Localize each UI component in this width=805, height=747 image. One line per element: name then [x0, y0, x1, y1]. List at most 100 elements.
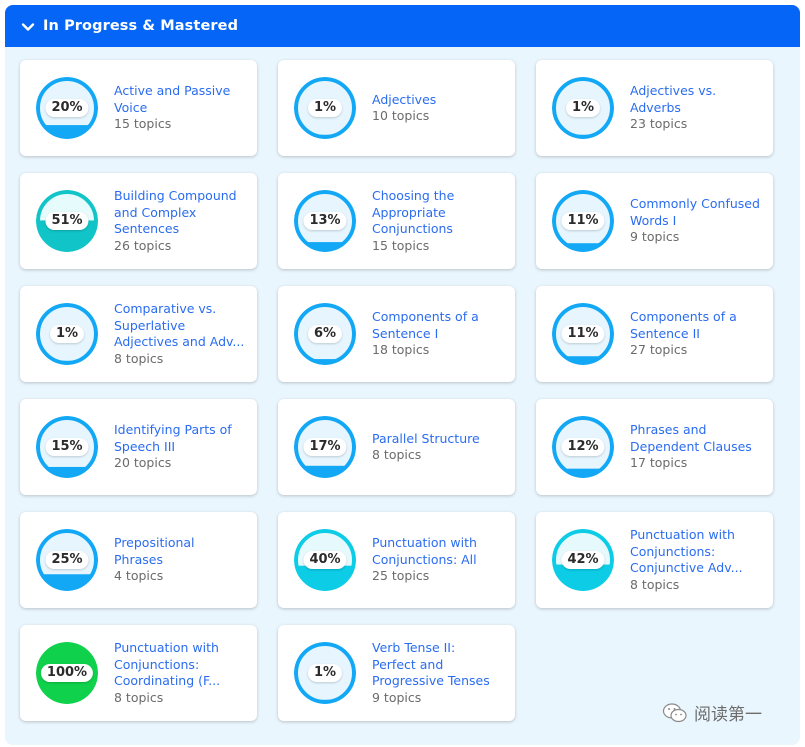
skill-name-line: Conjunctions: All: [372, 551, 477, 567]
skill-name-link[interactable]: Phrases and Dependent Clauses: [630, 422, 765, 455]
skill-card[interactable]: 100% Punctuation with Conjunctions: Coordin…: [20, 625, 257, 721]
topic-count: 8 topics: [630, 576, 680, 592]
progress-gauge: 6%: [294, 303, 356, 365]
skill-card[interactable]: 1% Verb Tense II: Perfect and Progressive T…: [278, 625, 515, 721]
skill-card[interactable]: 1% Adjectives vs. Adverbs 23 topics: [536, 60, 773, 156]
skill-name-link[interactable]: Verb Tense II: Perfect and Progressive Ten…: [372, 640, 507, 690]
skill-name-link[interactable]: Active and Passive Voice: [114, 83, 249, 116]
progress-gauge: 11%: [552, 190, 614, 252]
skill-name-line: Conjunctions: [372, 221, 453, 236]
skill-card[interactable]: 1% Adjectives 10 topics: [278, 60, 515, 156]
skill-name-link[interactable]: Components of a Sentence I: [372, 309, 507, 342]
section-header-toggle[interactable]: In Progress & Mastered: [5, 5, 800, 47]
skill-name-link[interactable]: Choosing the Appropriate Conjunctions: [372, 188, 507, 238]
skill-info: Verb Tense II: Perfect and Progressive Ten…: [372, 640, 507, 706]
skills-grid: 20% Active and Passive Voice 15 topics 1% Adj…: [20, 60, 773, 721]
percent-label: 11%: [561, 325, 605, 343]
skill-card[interactable]: 1% Comparative vs. Superlative Adjectives a…: [20, 286, 257, 382]
percent-label: 13%: [303, 212, 347, 230]
percent-label: 15%: [45, 438, 89, 456]
skill-name-link[interactable]: Adjectives vs. Adverbs: [630, 83, 765, 116]
skill-info: Punctuation with Conjunctions: All 25 topi…: [372, 535, 507, 585]
skill-info: Identifying Parts of Speech III 20 topics: [114, 422, 249, 472]
percent-label: 1%: [565, 99, 601, 117]
skill-name-link[interactable]: Parallel Structure: [372, 431, 507, 448]
skill-name-line: Components of a: [630, 309, 737, 325]
skill-name-line: Comparative vs.: [114, 301, 217, 316]
topic-count: 23 topics: [630, 116, 688, 132]
skill-card[interactable]: 40% Punctuation with Conjunctions: All 25 t…: [278, 512, 515, 608]
skill-card[interactable]: 12% Phrases and Dependent Clauses 17 topics: [536, 399, 773, 495]
topic-count: 10 topics: [372, 108, 430, 123]
percent-label: 42%: [561, 551, 605, 569]
skill-name-line: Dependent Clauses: [630, 438, 752, 454]
skill-info: Parallel Structure 8 topics: [372, 431, 507, 464]
progress-gauge: 1%: [294, 642, 356, 704]
skill-name-line: Conjunctive Adv...: [630, 560, 743, 575]
skill-name-line: Adjectives vs.: [630, 83, 717, 99]
skill-name-line: Words I: [630, 212, 677, 228]
skill-info: Adjectives vs. Adverbs 23 topics: [630, 83, 765, 133]
skill-name-line: Punctuation with: [372, 535, 477, 551]
skill-name-link[interactable]: Adjectives: [372, 92, 507, 109]
topic-count: 4 topics: [114, 568, 164, 584]
skill-name-line: Conjunctions:: [630, 543, 716, 559]
skill-info: Choosing the Appropriate Conjunctions 15 to…: [372, 188, 507, 254]
chevron-down-icon: [21, 19, 35, 33]
skill-name-line: Phrases and: [630, 422, 707, 438]
skill-info: Adjectives 10 topics: [372, 92, 507, 125]
topic-count: 8 topics: [372, 447, 422, 462]
skill-name-link[interactable]: Building Compound and Complex Sentences: [114, 188, 249, 238]
skill-card[interactable]: 6% Components of a Sentence I 18 topics: [278, 286, 515, 382]
skill-name-link[interactable]: Comparative vs. Superlative Adjectives and…: [114, 301, 249, 351]
skill-card[interactable]: 11% Commonly Confused Words I9 topics: [536, 173, 773, 269]
percent-label: 6%: [307, 325, 343, 343]
wechat-icon: [662, 702, 687, 722]
topic-count: 9 topics: [372, 689, 422, 705]
skill-info: Prepositional Phrases 4 topics: [114, 535, 249, 585]
skill-info: Phrases and Dependent Clauses 17 topics: [630, 422, 765, 472]
percent-label: 40%: [303, 551, 347, 569]
topic-count: 8 topics: [114, 350, 164, 366]
skill-name-line: Components of a: [372, 309, 479, 325]
skill-name-link[interactable]: Commonly Confused Words I: [630, 196, 765, 229]
skill-card[interactable]: 25% Prepositional Phrases 4 topics: [20, 512, 257, 608]
skill-name-line: Adjectives: [372, 91, 437, 107]
progress-gauge: 42%: [552, 529, 614, 591]
skill-card[interactable]: 13% Choosing the Appropriate Conjunctions 15…: [278, 173, 515, 269]
percent-label: 1%: [49, 325, 85, 343]
skill-name-link[interactable]: Punctuation with Conjunctions: Conjunctive…: [630, 527, 765, 577]
percent-label: 100%: [40, 664, 94, 682]
skill-name-line: Active and Passive: [114, 83, 231, 99]
percent-label: 11%: [561, 212, 605, 230]
progress-gauge: 1%: [552, 77, 614, 139]
skill-name-line: Appropriate: [372, 204, 446, 220]
skill-name-line: Progressive Tenses: [372, 673, 490, 688]
topic-count: 9 topics: [630, 229, 680, 245]
skill-name-line: Superlative: [114, 317, 186, 333]
watermark-text: 阅读第一: [694, 705, 762, 725]
topic-count: 26 topics: [114, 237, 172, 253]
skill-name-link[interactable]: Punctuation with Conjunctions: Coordinatin…: [114, 640, 249, 690]
percent-label: 12%: [561, 438, 605, 456]
skill-card[interactable]: 15% Identifying Parts of Speech III 20 topi…: [20, 399, 257, 495]
skill-card[interactable]: 51% Building Compound and Complex Sentences…: [20, 173, 257, 269]
skill-info: Components of a Sentence I 18 topics: [372, 309, 507, 359]
skill-name-link[interactable]: Components of a Sentence II: [630, 309, 765, 342]
skill-name-link[interactable]: Prepositional Phrases: [114, 535, 249, 568]
progress-gauge: 15%: [36, 416, 98, 478]
watermark: 阅读第一: [662, 700, 762, 725]
skill-info: Punctuation with Conjunctions: Conjunctive…: [630, 527, 765, 593]
skill-name-line: Identifying Parts of: [114, 422, 232, 438]
progress-gauge: 12%: [552, 416, 614, 478]
skill-name-link[interactable]: Identifying Parts of Speech III: [114, 422, 249, 455]
skill-info: Punctuation with Conjunctions: Coordinatin…: [114, 640, 249, 706]
progress-gauge: 17%: [294, 416, 356, 478]
skill-name-link[interactable]: Punctuation with Conjunctions: All: [372, 535, 507, 568]
skill-card[interactable]: 17% Parallel Structure 8 topics: [278, 399, 515, 495]
skill-card[interactable]: 11% Components of a Sentence II 27 topics: [536, 286, 773, 382]
skill-card[interactable]: 20% Active and Passive Voice 15 topics: [20, 60, 257, 156]
percent-label: 1%: [307, 664, 343, 682]
skill-card[interactable]: 42% Punctuation with Conjunctions: Conjunct…: [536, 512, 773, 608]
topic-count: 8 topics: [114, 689, 164, 705]
